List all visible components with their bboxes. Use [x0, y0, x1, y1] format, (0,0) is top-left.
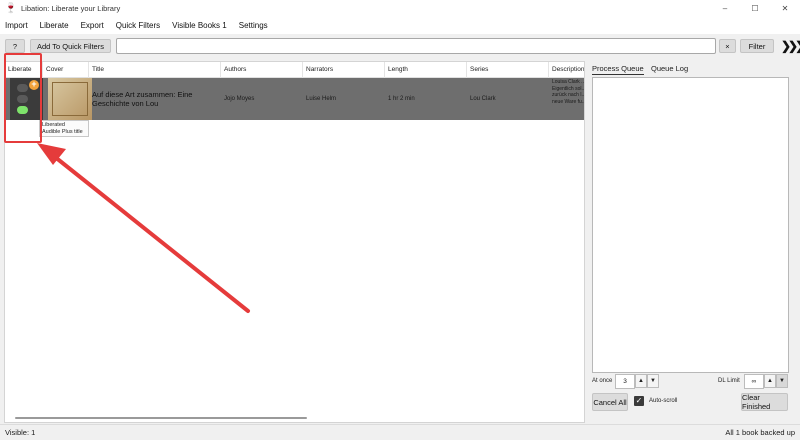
backup-status: All 1 book backed up: [725, 428, 795, 437]
at-once-down-icon[interactable]: ▼: [647, 374, 659, 388]
at-once-input[interactable]: 3: [615, 374, 635, 389]
auto-scroll-checkbox[interactable]: ✓: [634, 396, 644, 406]
process-queue-list: [592, 77, 789, 373]
visible-count: Visible: 1: [5, 428, 36, 437]
at-once-up-icon[interactable]: ▲: [635, 374, 647, 388]
cancel-all-button[interactable]: Cancel All: [592, 393, 628, 411]
auto-scroll-label: Auto-scroll: [649, 398, 678, 404]
dl-limit-label: DL Limit: [718, 378, 740, 384]
at-once-label: At once: [592, 378, 613, 384]
status-bar: Visible: 1 All 1 book backed up: [0, 424, 800, 440]
dl-limit-up-icon[interactable]: ▲: [764, 374, 776, 388]
clear-finished-button[interactable]: Clear Finished: [741, 393, 788, 411]
dl-limit-input[interactable]: ∞: [744, 374, 764, 389]
process-panel: Process Queue Queue Log: [588, 61, 795, 423]
tab-queue-log[interactable]: Queue Log: [651, 64, 688, 73]
dl-limit-down-icon[interactable]: ▼: [776, 374, 788, 388]
tab-process-queue[interactable]: Process Queue: [592, 64, 644, 75]
